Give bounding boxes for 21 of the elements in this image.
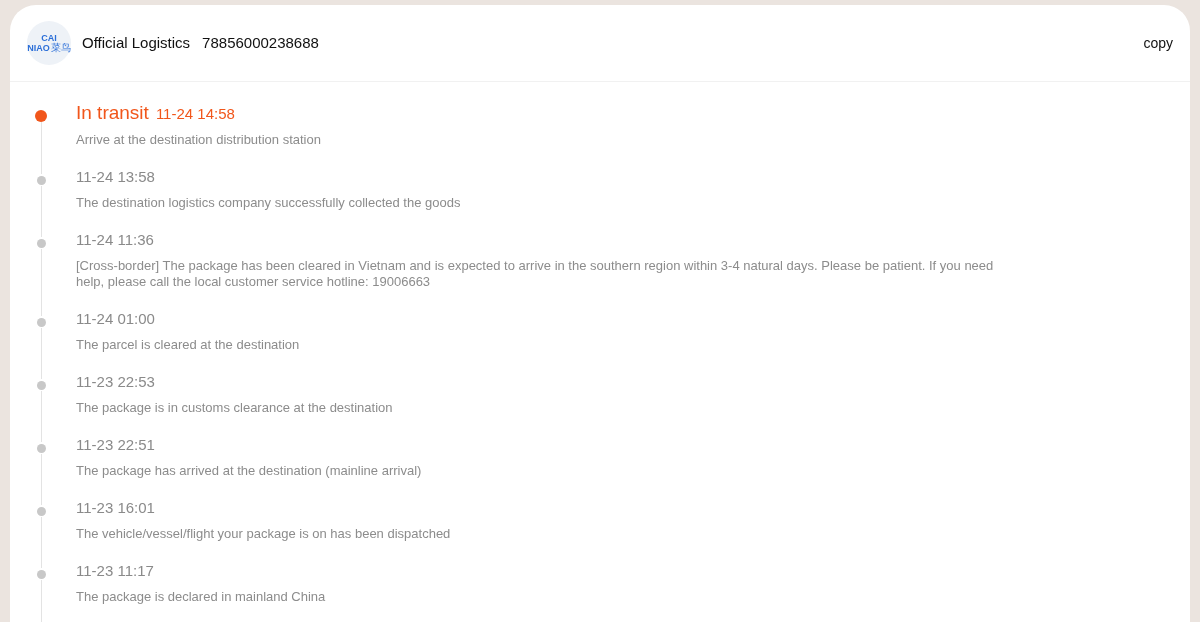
event-description: The package has arrived at the destination (mainline arrival) (76, 463, 422, 479)
event-time: 11-23 22:53 (76, 372, 155, 392)
event-time: 11-24 14:58 (155, 104, 235, 124)
copy-button[interactable]: copy (1143, 32, 1173, 54)
event-description: The destination logistics company successfully collected the goods (76, 195, 461, 211)
event-time: 11-24 11:36 (76, 230, 154, 250)
event-description: The package is in customs clearance at the destination (76, 400, 393, 416)
carrier-logo: CAI NIAO菜鸟 (27, 21, 71, 65)
event-description: Arrive at the destination distribution station (76, 132, 321, 148)
event-time: 11-24 01:00 (76, 309, 155, 329)
event-time: 11-24 13:58 (76, 167, 155, 187)
event-description: The parcel is cleared at the destination (76, 337, 300, 353)
tracking-number: 78856000238688 (202, 32, 319, 53)
event-description: The package is declared in mainland China (76, 589, 326, 605)
event-status: In transit (76, 103, 149, 123)
event-time: 11-23 22:51 (76, 435, 155, 455)
event-description: [Cross-border] The package has been cleared in Vietnam and is expected to arrive in the southern region within 3-4 natural days. Please be patient. If you need help, please call the local customer service hotline: 19006663 (76, 258, 995, 290)
event-time: 11-23 11:17 (76, 561, 154, 581)
carrier-name: Official Logistics (82, 32, 191, 53)
event-description: The vehicle/vessel/flight your package is on has been dispatched (76, 526, 451, 542)
event-time: 11-23 16:01 (76, 498, 155, 518)
